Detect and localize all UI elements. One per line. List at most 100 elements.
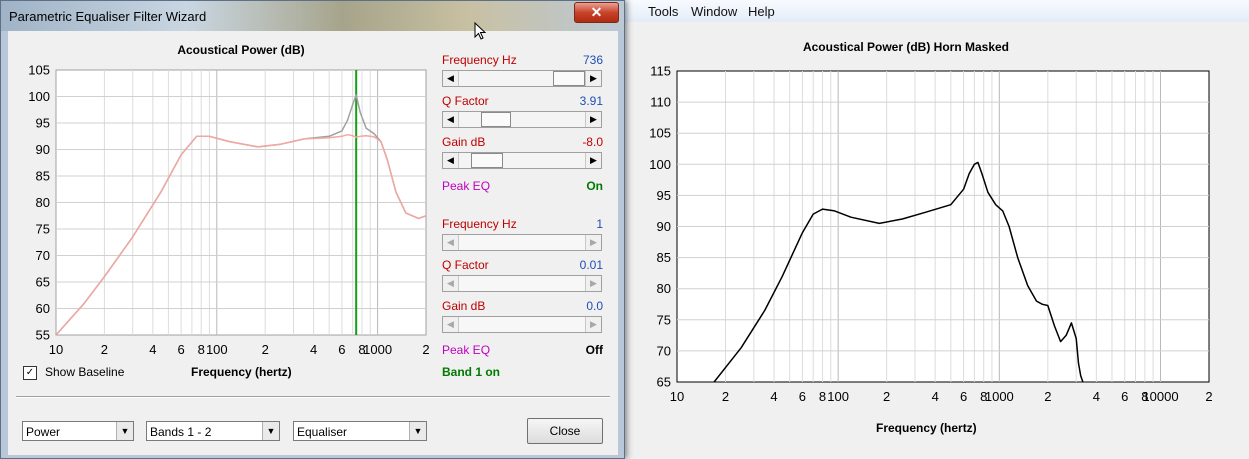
- scroll-left-icon[interactable]: ◀: [443, 71, 459, 86]
- dialog-title: Parametric Equaliser Filter Wizard: [9, 9, 207, 24]
- x-tick-label: 4: [770, 389, 777, 404]
- x-tick-label: 6: [338, 342, 345, 357]
- x-tick-label: 4: [1093, 389, 1100, 404]
- y-tick-label: 75: [657, 312, 671, 327]
- x-tick-label: 4: [310, 342, 317, 357]
- band2-q-label: Q Factor: [442, 258, 489, 272]
- band1-q-value: 3.91: [579, 94, 603, 108]
- band1-peak-eq-label[interactable]: Peak EQ: [442, 179, 490, 193]
- band1-frequency-label: Frequency Hz: [442, 53, 517, 67]
- show-baseline-checkbox[interactable]: ✓: [23, 366, 37, 380]
- menu-item-help[interactable]: Help: [748, 4, 775, 19]
- x-tick-label: 6: [178, 342, 185, 357]
- background-chart: 6570758085909510010511011510 2 4 6 8 100 2 4 6 81…: [649, 64, 1212, 405]
- power-select[interactable]: Power ▼: [22, 421, 134, 441]
- close-button[interactable]: Close: [527, 418, 603, 444]
- bands-select-value: Bands 1 - 2: [150, 425, 212, 439]
- band1-frequency-value: 736: [582, 53, 603, 67]
- band2-peak-eq-value[interactable]: Off: [543, 343, 603, 357]
- band1-frequency-slider[interactable]: ◀ ▶: [442, 70, 602, 87]
- y-tick-label: 80: [36, 195, 50, 210]
- y-tick-label: 105: [28, 63, 50, 78]
- scroll-right-icon[interactable]: ▶: [585, 71, 601, 86]
- scroll-right-icon[interactable]: ▶: [585, 276, 601, 291]
- y-tick-label: 65: [36, 275, 50, 290]
- show-baseline-label[interactable]: Show Baseline: [45, 365, 124, 379]
- scroll-left-icon[interactable]: ◀: [443, 317, 459, 332]
- band2-peak-eq-label[interactable]: Peak EQ: [442, 343, 490, 357]
- menu-item-window[interactable]: Window: [691, 4, 737, 19]
- chevron-down-icon[interactable]: ▼: [262, 422, 279, 440]
- x-tick-label: 10: [670, 389, 684, 404]
- scroll-right-icon[interactable]: ▶: [585, 153, 601, 168]
- y-tick-label: 105: [649, 126, 671, 141]
- x-tick-label: 6: [1121, 389, 1128, 404]
- mode-select-value: Equaliser: [297, 425, 348, 439]
- scroll-right-icon[interactable]: ▶: [585, 317, 601, 332]
- x-tick-label: 2: [1044, 389, 1051, 404]
- y-tick-label: 80: [657, 281, 671, 296]
- x-tick-label: 2: [1205, 389, 1212, 404]
- band-status-text: Band 1 on: [442, 365, 501, 379]
- chevron-down-icon[interactable]: ▼: [409, 422, 426, 440]
- slider-thumb[interactable]: [481, 112, 511, 127]
- dialog-chart-title: Acoustical Power (dB): [177, 43, 305, 57]
- x-tick-label: 4: [932, 389, 939, 404]
- y-tick-label: 90: [657, 219, 671, 234]
- y-tick-label: 95: [36, 116, 50, 131]
- x-tick-label: 4: [149, 342, 156, 357]
- x-tick-label: 10000: [1142, 389, 1178, 404]
- y-tick-label: 95: [657, 188, 671, 203]
- y-tick-label: 60: [36, 301, 50, 316]
- band1-gain-label: Gain dB: [442, 135, 486, 149]
- band1-peak-eq-value[interactable]: On: [543, 179, 603, 193]
- x-tick-label: 2: [101, 342, 108, 357]
- x-tick-label: 6: [960, 389, 967, 404]
- menu-bar: e Tools Window Help: [600, 0, 1249, 23]
- band2-frequency-slider[interactable]: ◀ ▶: [442, 234, 602, 251]
- bands-select[interactable]: Bands 1 - 2 ▼: [146, 421, 280, 441]
- x-tick-label: 2: [722, 389, 729, 404]
- band2-gain-value: 0.0: [586, 299, 603, 313]
- mouse-cursor-icon: [474, 22, 487, 40]
- y-tick-label: 110: [650, 95, 671, 110]
- x-tick-label: 2: [422, 342, 429, 357]
- band2-gain-slider[interactable]: ◀ ▶: [442, 316, 602, 333]
- band2-q-value: 0.01: [579, 258, 603, 272]
- x-tick-label: 1000: [363, 342, 392, 357]
- y-tick-label: 70: [36, 248, 50, 263]
- y-tick-label: 115: [650, 64, 671, 79]
- scroll-left-icon[interactable]: ◀: [443, 276, 459, 291]
- scroll-right-icon[interactable]: ▶: [585, 112, 601, 127]
- band2-gain-label: Gain dB: [442, 299, 486, 313]
- y-tick-label: 75: [36, 222, 50, 237]
- slider-thumb[interactable]: [471, 153, 503, 168]
- slider-thumb[interactable]: [553, 71, 585, 86]
- dialog-titlebar[interactable]: Parametric Equaliser Filter Wizard: [1, 1, 624, 31]
- chevron-down-icon[interactable]: ▼: [116, 422, 133, 440]
- mode-select[interactable]: Equaliser ▼: [293, 421, 427, 441]
- x-tick-label: 100: [827, 389, 849, 404]
- dialog-close-icon[interactable]: ✕: [574, 2, 619, 23]
- band2-q-slider[interactable]: ◀ ▶: [442, 275, 602, 292]
- y-tick-label: 65: [657, 375, 671, 390]
- x-tick-label: 8: [198, 342, 205, 357]
- power-select-value: Power: [26, 425, 61, 439]
- x-tick-label: 100: [206, 342, 228, 357]
- x-tick-label: 10: [49, 342, 63, 357]
- y-tick-label: 100: [28, 89, 50, 104]
- scroll-left-icon[interactable]: ◀: [443, 153, 459, 168]
- x-tick-label: 2: [883, 389, 890, 404]
- y-tick-label: 100: [649, 157, 671, 172]
- band2-frequency-value: 1: [596, 217, 603, 231]
- band1-q-slider[interactable]: ◀ ▶: [442, 111, 602, 128]
- scroll-left-icon[interactable]: ◀: [443, 235, 459, 250]
- scroll-right-icon[interactable]: ▶: [585, 235, 601, 250]
- y-tick-label: 55: [36, 328, 50, 343]
- band1-gain-slider[interactable]: ◀ ▶: [442, 152, 602, 169]
- scroll-left-icon[interactable]: ◀: [443, 112, 459, 127]
- x-tick-label: 6: [799, 389, 806, 404]
- menu-item-tools[interactable]: Tools: [648, 4, 678, 19]
- x-tick-label: 1000: [985, 389, 1014, 404]
- dialog-x-axis-label: Frequency (hertz): [191, 365, 292, 379]
